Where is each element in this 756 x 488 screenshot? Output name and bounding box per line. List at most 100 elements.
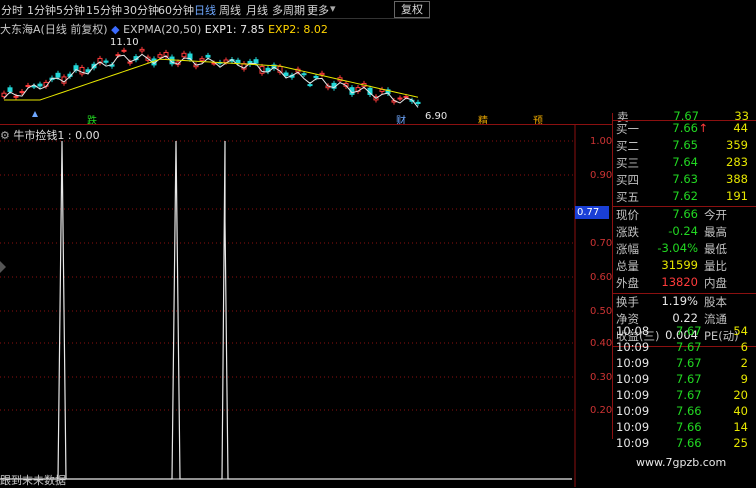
tick-time: 10:08 (616, 324, 650, 338)
tick-time: 10:09 (616, 420, 650, 434)
candle-body (307, 84, 313, 87)
tick-price: 7.67 (676, 388, 702, 402)
bid-vol: 191 (726, 189, 748, 203)
tick-vol: 40 (733, 404, 748, 418)
candle-body (139, 48, 145, 52)
bid-label: 买三 (616, 156, 639, 170)
bid-row-3[interactable]: 买三 7.64 283 (614, 155, 754, 172)
candle-body (115, 54, 121, 57)
candle-body (199, 58, 205, 61)
y-tick-0.60: 0.60 (590, 272, 613, 283)
tab-15min[interactable]: 15分钟 (86, 2, 122, 18)
bid-row-4[interactable]: 买四 7.63 388 (614, 172, 754, 189)
candle-body (55, 72, 61, 78)
chevron-down-icon[interactable]: ▾ (330, 2, 336, 15)
tab-5min[interactable]: 5分钟 (56, 2, 85, 18)
stat-right-label: 最高 (704, 225, 727, 239)
tick-vol: 14 (733, 420, 748, 434)
tab-weekly[interactable]: 周线 (219, 2, 241, 18)
tab-60min[interactable]: 60分钟 (158, 2, 194, 18)
bid-price: 7.66 (672, 121, 698, 135)
tab-30min[interactable]: 30分钟 (123, 2, 159, 18)
candlestick-chart[interactable] (0, 35, 430, 120)
up-arrow-icon: ↑ (698, 121, 708, 135)
tab-monthly[interactable]: 月线 (246, 2, 268, 18)
bid-vol: 44 (733, 121, 748, 135)
stat-label: 外盘 (616, 276, 639, 290)
tick-price: 7.67 (676, 356, 702, 370)
stat-right-label: 内盘 (704, 276, 727, 290)
stat-row-outer: 外盘 13820 内盘 (614, 275, 754, 292)
tick-price: 7.66 (676, 404, 702, 418)
tick-row: 10:08 7.67 54 (614, 324, 754, 340)
bid-vol: 283 (726, 155, 748, 169)
tick-time: 10:09 (616, 356, 650, 370)
candle-body (397, 97, 403, 100)
bid-row-5[interactable]: 买五 7.62 191 (614, 189, 754, 206)
tick-vol: 2 (740, 356, 748, 370)
candle-body (283, 72, 289, 76)
low-price-label: 6.90 (425, 111, 448, 122)
tick-time: 10:09 (616, 404, 650, 418)
bid-price: 7.64 (672, 155, 698, 169)
candle-body (301, 73, 307, 76)
tick-vol: 25 (733, 436, 748, 450)
stat-label: 涨跌 (616, 225, 639, 239)
bid-row-2[interactable]: 买二 7.65 359 (614, 138, 754, 155)
tick-vol: 6 (740, 340, 748, 354)
candle-body (403, 95, 409, 98)
tick-row: 10:09 7.67 9 (614, 372, 754, 388)
tick-price: 7.66 (676, 420, 702, 434)
restore-rights-button[interactable]: 复权 (394, 1, 430, 18)
bid-label: 买一 (616, 122, 639, 136)
tick-price: 7.66 (676, 436, 702, 450)
tick-row: 10:09 7.66 14 (614, 420, 754, 436)
tick-price: 7.67 (676, 372, 702, 386)
candle-body (313, 75, 319, 79)
y-tick-0.70: 0.70 (590, 238, 613, 249)
candle-body (181, 52, 187, 58)
tick-row: 10:09 7.67 6 (614, 340, 754, 356)
tick-time: 10:09 (616, 388, 650, 402)
candle-body (415, 101, 421, 104)
tick-row: 10:09 7.66 25 (614, 436, 754, 452)
tick-vol: 54 (733, 324, 748, 338)
stat-right-label: 最低 (704, 242, 727, 256)
y-tick-0.90: 0.90 (590, 170, 613, 181)
current-value-pill: 0.77 (575, 206, 609, 219)
stat-right-label: 量比 (704, 259, 727, 273)
stat-label: 涨幅 (616, 242, 639, 256)
tick-time: 10:09 (616, 340, 650, 354)
tick-row: 10:09 7.67 2 (614, 356, 754, 372)
tab-daily[interactable]: 日线 (194, 2, 216, 18)
stat-label: 总量 (616, 259, 639, 273)
y-tick-0.40: 0.40 (590, 338, 613, 349)
bid-label: 买二 (616, 139, 639, 153)
stat-value: 7.66 (672, 207, 698, 221)
bid-price: 7.63 (672, 172, 698, 186)
bid-label: 买四 (616, 173, 639, 187)
stat-label: 现价 (616, 208, 639, 222)
tab-intraday[interactable]: 分时 (1, 2, 23, 18)
tick-row: 10:09 7.66 40 (614, 404, 754, 420)
stat-value: 0.22 (672, 311, 698, 325)
tab-1min[interactable]: 1分钟 (27, 2, 56, 18)
candle-body (121, 49, 127, 52)
stat-value: -3.04% (657, 241, 698, 255)
tick-time: 10:09 (616, 372, 650, 386)
period-toolbar: 分时 1分钟 5分钟 15分钟 30分钟 60分钟 日线 周线 月线 多周期 更… (0, 0, 430, 19)
tab-more[interactable]: 更多 (307, 2, 329, 18)
bid-row-1[interactable]: 买一 7.66 ↑ 44 (614, 121, 754, 138)
candle-body (235, 59, 241, 64)
y-tick-0.50: 0.50 (590, 306, 613, 317)
tick-vol: 20 (733, 388, 748, 402)
tick-row: 10:09 7.67 20 (614, 388, 754, 404)
candle-body (25, 84, 31, 87)
candle-body (1, 92, 7, 98)
stat-right-label: 股本 (704, 295, 727, 309)
candle-body (253, 59, 259, 64)
tick-vol: 9 (740, 372, 748, 386)
tab-multi-period[interactable]: 多周期 (272, 2, 305, 18)
indicator-chart[interactable] (0, 125, 612, 487)
stat-row-price: 现价 7.66 今开 (614, 207, 754, 224)
